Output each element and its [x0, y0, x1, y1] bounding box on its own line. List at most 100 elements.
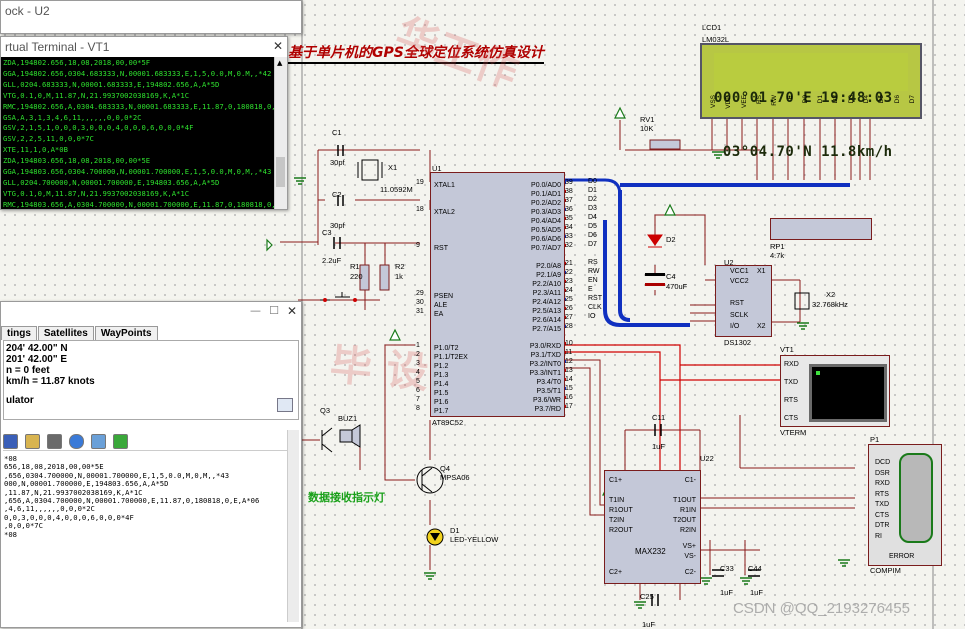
- u22-pin-name: C1+: [609, 477, 623, 484]
- terminal-output[interactable]: ZDA,194802.656,18,08,2018,00,00*5F GGA,19…: [1, 57, 275, 209]
- virtual-terminal-window[interactable]: rtual Terminal - VT1 ✕ ZDA,194802.656,18…: [0, 36, 288, 210]
- mcu-net-label: EN: [588, 277, 598, 284]
- terminal-line: GGA,194802.656,0304.683333,N,00001.68333…: [3, 68, 272, 78]
- c4-value: 470uF: [666, 282, 688, 291]
- terminal-scrollbar[interactable]: ▲: [274, 57, 287, 209]
- mcu-pin-number: 32: [565, 242, 573, 249]
- mcu-pin-number: 13: [565, 367, 573, 374]
- terminal-line: VTG,0.1,0,M,11.87,N,21.9937002038169,K,A…: [3, 90, 190, 100]
- toolbar-find-icon[interactable]: [91, 434, 107, 449]
- gps-tab[interactable]: Satellites: [37, 326, 94, 340]
- lcd-pin-label: D5: [878, 95, 886, 104]
- schematic-canvas[interactable]: ock - U2 rtual Terminal - VT1 ✕ ZDA,1948…: [0, 0, 965, 629]
- mcu-net-label: RST: [588, 295, 602, 302]
- u22-model: MAX232: [635, 547, 666, 556]
- resistor-pack[interactable]: [770, 218, 872, 240]
- q4-value: MPSA06: [440, 473, 470, 482]
- u22-pin-name: T2IN: [609, 517, 625, 524]
- lcd-pin-label: D0: [801, 95, 809, 104]
- mcu-pin-name: P2.5/A13: [532, 308, 561, 315]
- mcu-pin-number: 10: [565, 340, 573, 347]
- u22-pin-name: T1IN: [609, 497, 625, 504]
- vt1-instrument[interactable]: RXD TXD RTS CTS: [780, 355, 890, 427]
- window-minimize-icon[interactable]: —: [250, 304, 261, 317]
- window-maximize-icon[interactable]: ☐: [269, 304, 279, 317]
- c1-value: 30pf: [330, 158, 345, 167]
- mcu-chip[interactable]: XTAL1 XTAL2 RST PSEN ALE EA P1.0/T2 P1.1/T2EX P1…: [430, 172, 565, 417]
- compim-port[interactable]: DCD DSR RXD RTS TXD CTS DTR RI ERROR: [868, 444, 942, 566]
- mcu-pin-number: 14: [565, 376, 573, 383]
- terminal-line: GGA,194803.656,0304.700000,N,00001.70000…: [3, 167, 272, 177]
- mcu-net-label: E: [588, 286, 593, 293]
- scroll-up-icon[interactable]: ▲: [277, 59, 282, 67]
- p1-pin-label: TXD: [875, 501, 889, 508]
- gps-tab[interactable]: WayPoints: [94, 326, 158, 340]
- u22-pin-name: R1OUT: [609, 507, 633, 514]
- mcu-pin-name: P3.0/RXD: [529, 343, 561, 350]
- u22-pin-name: R2IN: [680, 527, 696, 534]
- lcd-display[interactable]: 000°01.70'E 19:48:03 03°04.70'N 11.8km/h…: [700, 43, 922, 160]
- terminal-close-icon[interactable]: ✕: [273, 39, 283, 53]
- c25-value: 1uF: [642, 620, 655, 629]
- toolbar-play-icon[interactable]: [113, 434, 129, 449]
- lcd-pin-label: D2: [832, 95, 840, 104]
- mcu-pin-name: P2.4/A12: [532, 299, 561, 306]
- mcu-pin-name: P0.0/AD0: [531, 182, 561, 189]
- led-caption: 数据接收指示灯: [308, 491, 385, 504]
- u2-model: DS1302: [724, 338, 752, 347]
- rp1-value: 4.7k: [770, 251, 785, 260]
- buz1-ref: BUZ1: [338, 414, 358, 423]
- gps-log-output[interactable]: *08 656,18,08,2018,00,00*5E ,656,0304.7000…: [1, 453, 301, 607]
- r2-value: 1k: [395, 272, 403, 281]
- mcu-pin-name: P2.3/A11: [532, 290, 561, 297]
- terminal-line: ZDA,194803.656,18,08,2018,00,00*5E: [3, 156, 151, 166]
- p1-pin-label: DCD: [875, 459, 891, 466]
- mcu-pin-number: 23: [565, 278, 573, 285]
- u2-pin-x2: X2: [757, 323, 766, 330]
- toolbar-disk-icon[interactable]: [47, 434, 63, 449]
- window-close-icon[interactable]: ✕: [287, 304, 297, 318]
- terminal-line: GSV,2,2,5,11,0,0,0*7C: [3, 134, 94, 144]
- mcu-pin-number: 24: [565, 287, 573, 294]
- u22-ref: U22: [700, 454, 714, 463]
- mcu-pin-number: 31: [416, 308, 424, 315]
- x2-value: 32.768kHz: [812, 300, 848, 309]
- mcu-pin-name: P1.0/T2: [434, 345, 459, 352]
- lcd-ref: LCD1: [702, 23, 722, 32]
- vt1-pin-rxd: RXD: [784, 361, 799, 368]
- q3-ref: Q3: [320, 406, 331, 415]
- gps-log-scrollbar[interactable]: [287, 430, 299, 622]
- toolbar-save-icon[interactable]: [3, 434, 18, 449]
- gps-window-titlebar[interactable]: — ☐ ✕: [1, 302, 301, 322]
- mcu-pin-name: P0.2/AD2: [531, 200, 561, 207]
- mcu-pin-number: 35: [565, 215, 573, 222]
- max232-chip[interactable]: C1+ T1IN R1OUT T2IN R2OUT C2+ C1- T1OUT R1IN T2O…: [604, 470, 701, 584]
- mcu-pin-name: P2.0/A8: [536, 263, 561, 270]
- u22-pin-name: T1OUT: [673, 497, 696, 504]
- toolbar-help-icon[interactable]: [69, 434, 85, 449]
- terminal-line: GSA,A,3,1,3,4,6,11,,,,,,0,0,0*2C: [3, 112, 142, 122]
- r1-value: 220: [350, 272, 363, 281]
- mcu-pin-number: 18: [416, 206, 424, 213]
- lcd-pin-label: RW: [771, 95, 779, 106]
- mcu-net-label: D2: [588, 196, 597, 203]
- lcd-pin-label: RS: [755, 95, 763, 105]
- mcu-pin-name: P0.6/AD6: [531, 236, 561, 243]
- c2-value: 30pf: [330, 221, 345, 230]
- mcu-pin-number: 39: [565, 179, 573, 186]
- c2-ref: C2: [332, 190, 342, 199]
- gps-simulator-window[interactable]: — ☐ ✕ tings Satellites WayPoints 204' 42.0…: [0, 301, 302, 628]
- c3-value: 2.2uF: [322, 256, 342, 265]
- u22-pin-name: C2+: [609, 569, 623, 576]
- mcu-pin-name: P3.6/WR: [532, 397, 561, 404]
- u2-pin-io: I/O: [730, 323, 740, 330]
- mcu-pin-name: P0.4/AD4: [531, 218, 561, 225]
- mode-settings-icon[interactable]: [277, 398, 293, 412]
- gps-tab[interactable]: tings: [1, 326, 37, 340]
- background-window[interactable]: ock - U2: [0, 0, 302, 34]
- scroll-thumb[interactable]: [276, 157, 285, 187]
- mcu-pin-number: 21: [565, 260, 573, 267]
- toolbar-open-icon[interactable]: [25, 434, 41, 449]
- mcu-net-label: D3: [588, 205, 597, 212]
- gps-readout: km/h = 11.87 knots: [6, 376, 95, 387]
